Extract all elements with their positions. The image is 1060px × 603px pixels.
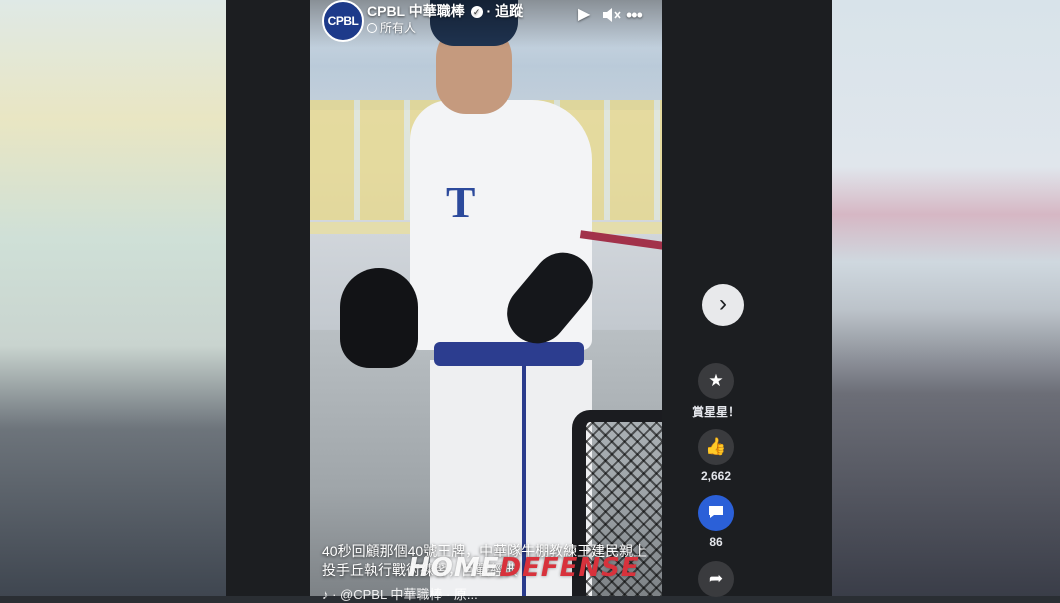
- blurred-background-right: [832, 0, 1060, 596]
- next-reel-button[interactable]: ›: [702, 284, 744, 326]
- thumbs-up-icon: 👍: [705, 437, 727, 456]
- blurred-background-left: [0, 0, 226, 596]
- page-avatar[interactable]: CPBL: [322, 0, 364, 42]
- page-name-link[interactable]: CPBL 中華職棒: [367, 3, 465, 19]
- comment-icon: [709, 506, 723, 518]
- globe-icon: [367, 23, 377, 33]
- comment-button[interactable]: [698, 495, 734, 531]
- page-name-row[interactable]: CPBL 中華職棒 ✓ · 追蹤: [367, 1, 523, 21]
- watermark-logo: HOMEDEFENSE: [408, 553, 640, 583]
- more-options-icon[interactable]: •••: [626, 4, 643, 26]
- stars-button[interactable]: ★: [698, 363, 734, 399]
- chevron-right-icon: ›: [719, 290, 727, 317]
- play-icon[interactable]: ▶: [578, 4, 590, 26]
- follow-button[interactable]: · 追蹤: [487, 3, 524, 19]
- likes-count: 2,662: [700, 469, 732, 483]
- star-icon: ★: [708, 371, 724, 390]
- share-button[interactable]: ➦: [698, 561, 734, 597]
- share-arrow-icon: ➦: [708, 569, 724, 588]
- comments-count: 86: [709, 535, 723, 549]
- verified-badge-icon: ✓: [470, 6, 483, 18]
- video-player[interactable]: T: [310, 0, 662, 596]
- audience-indicator: 所有人: [367, 19, 416, 36]
- stars-label: 賞星星！: [691, 405, 740, 419]
- audio-attribution[interactable]: ♪ · @CPBL 中華職棒 · 原...: [322, 584, 478, 603]
- mute-icon[interactable]: [600, 4, 622, 26]
- like-button[interactable]: 👍: [698, 429, 734, 465]
